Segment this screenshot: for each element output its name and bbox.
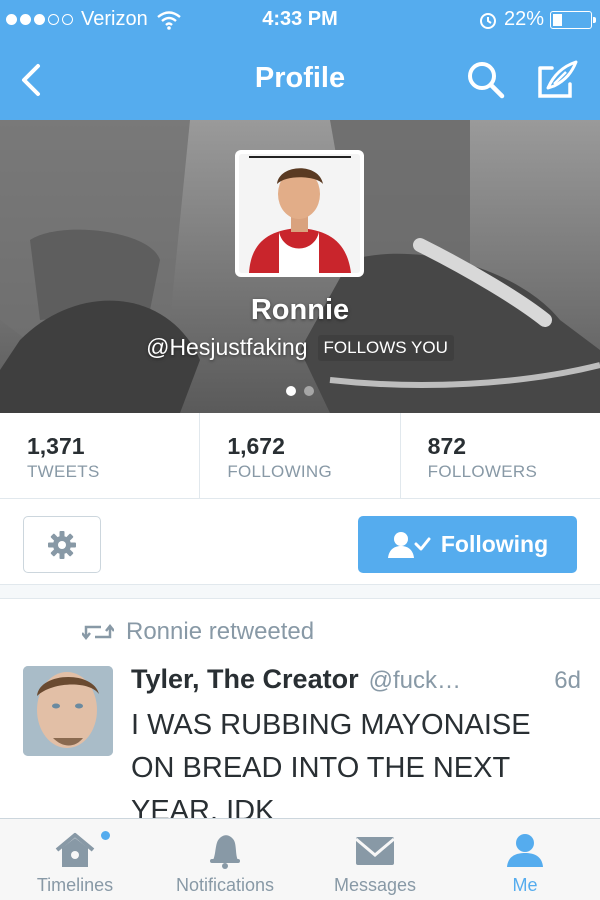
profile-handle: @Hesjustfaking: [146, 334, 308, 360]
tab-me[interactable]: Me: [450, 819, 600, 900]
tab-notifications[interactable]: Notifications: [150, 819, 300, 900]
page-title: Profile: [254, 62, 346, 94]
stat-tweets-count: 1,371: [27, 433, 85, 459]
stat-tweets-label: TWEETS: [27, 462, 100, 481]
person-icon: [507, 834, 543, 867]
envelope-icon: [355, 837, 395, 865]
tweet-item[interactable]: Ronnie retweeted Tyler, The Creator @fuc…: [0, 600, 600, 818]
page-dot-active: [286, 386, 296, 396]
header-page-indicator[interactable]: [0, 386, 600, 396]
tab-messages[interactable]: Messages: [300, 819, 450, 900]
alarm-icon: [479, 12, 496, 29]
profile-header-banner[interactable]: Ronnie @Hesjustfaking FOLLOWS YOU: [0, 120, 600, 413]
following-button[interactable]: Following: [358, 516, 577, 573]
home-icon: [55, 833, 95, 867]
tweet-author-handle[interactable]: @fuck…: [369, 667, 461, 695]
status-right: 22%: [478, 8, 596, 31]
stat-following-label: FOLLOWING: [227, 462, 333, 481]
section-divider: [0, 585, 600, 599]
page-dot: [304, 386, 314, 396]
retweet-icon: [82, 623, 114, 641]
compose-tweet-icon[interactable]: [532, 58, 580, 102]
status-bar: Verizon 4:33 PM 22%: [0, 0, 600, 40]
stat-followers-count: 872: [427, 433, 467, 459]
tab-messages-label: Messages: [333, 875, 417, 895]
bottom-tab-bar: Timelines Notifications Messages Me: [0, 818, 600, 900]
profile-name: Ronnie: [250, 294, 350, 326]
person-check-icon: [387, 531, 431, 558]
nav-bar: Profile: [0, 40, 600, 120]
stat-followers-label: FOLLOWERS: [427, 462, 538, 481]
profile-stats: 1,371 TWEETS 1,672 FOLLOWING 872 FOLLOWE…: [0, 413, 600, 499]
profile-avatar-image: [239, 154, 360, 273]
tweet-header: Tyler, The Creator @fuck… 6d: [131, 664, 581, 695]
bell-icon: [210, 835, 240, 869]
stat-followers[interactable]: 872 FOLLOWERS: [401, 413, 600, 498]
person-portrait-icon: [239, 154, 360, 273]
stat-tweets[interactable]: 1,371 TWEETS: [0, 413, 201, 498]
profile-handle-row: @Hesjustfaking FOLLOWS YOU: [0, 334, 600, 361]
person-portrait-icon: [23, 666, 113, 756]
follows-you-badge: FOLLOWS YOU: [317, 334, 454, 361]
following-button-label: Following: [440, 531, 549, 557]
profile-avatar[interactable]: [235, 150, 364, 277]
retweet-label: Ronnie retweeted: [126, 618, 315, 645]
tweet-text: I WAS RUBBING MAYONAISE ON BREAD INTO TH…: [131, 709, 531, 818]
tweet-timestamp: 6d: [554, 667, 581, 694]
profile-actions: Following: [0, 499, 600, 585]
tab-timelines[interactable]: Timelines: [0, 819, 150, 900]
tweet-author-avatar[interactable]: [23, 666, 113, 756]
retweet-context: Ronnie retweeted: [82, 618, 314, 646]
tab-me-label: Me: [512, 875, 538, 895]
battery-percent: 22%: [503, 8, 544, 30]
twitter-profile-screen: Verizon 4:33 PM 22% Profile Ronnie @Hesj…: [0, 0, 600, 900]
tab-timelines-label: Timelines: [36, 875, 114, 895]
tweet-author-name[interactable]: Tyler, The Creator: [131, 664, 359, 695]
tab-notifications-label: Notifications: [175, 875, 275, 895]
battery-icon: [550, 10, 596, 29]
stat-following[interactable]: 1,672 FOLLOWING: [200, 413, 401, 498]
battery-level: [553, 13, 562, 26]
settings-gear-button[interactable]: [23, 516, 101, 573]
search-icon[interactable]: [464, 58, 508, 102]
gear-icon: [48, 530, 76, 559]
new-content-dot: [101, 831, 110, 840]
stat-following-count: 1,672: [227, 433, 285, 459]
